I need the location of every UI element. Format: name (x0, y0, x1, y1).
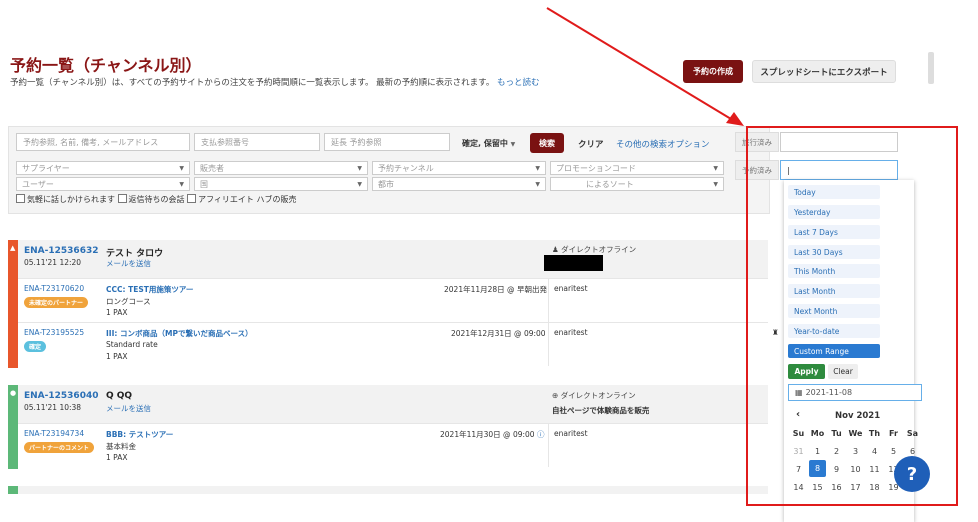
promo-code-select[interactable]: プロモーションコード ▼ (550, 161, 724, 175)
annotation-highlight-box (746, 126, 958, 506)
send-email-link[interactable]: メールを送信 (106, 258, 151, 269)
pax-count: 1 PAX (106, 453, 128, 462)
column-divider (548, 423, 549, 467)
checkbox-awaiting-label: 返信待ちの会話 (128, 195, 185, 204)
globe-icon: ⊕ (552, 391, 559, 400)
channel-name: ダイレクトオンライン (560, 391, 636, 400)
checkbox-friendly-label: 気軽に話しかけられます (27, 195, 115, 204)
extension-ref-input[interactable]: 延長 予約参照 (324, 133, 450, 151)
scrollbar[interactable] (928, 52, 934, 84)
user-label: ユーザー (22, 179, 54, 189)
user-select[interactable]: ユーザー ▼ (16, 177, 190, 191)
order-datetime: 05.11'21 12:20 (24, 258, 82, 267)
checkbox-box[interactable] (117, 194, 127, 203)
checkbox-box[interactable] (16, 194, 25, 203)
order-card: ● ENA-12536040 05.11'21 10:38 Q QQ メールを送… (8, 385, 768, 469)
checkbox-affiliate[interactable]: アフィリエイト ハブの販売 (187, 194, 297, 204)
chevron-down-icon: ▼ (179, 164, 184, 172)
chevron-down-icon: ▼ (535, 180, 540, 188)
checkbox-affiliate-label: アフィリエイト ハブの販売 (198, 195, 297, 204)
status-dropdown[interactable]: 確定, 保留中 ▼ (462, 138, 515, 149)
item-user: enaritest (554, 284, 588, 293)
checkbox-box[interactable] (187, 194, 197, 203)
channel-name: ダイレクトオフライン (561, 245, 637, 254)
item-ref-link[interactable]: ENA-T23195525 (24, 328, 84, 337)
customer-name: Q QQ (106, 391, 133, 401)
pax-count: 1 PAX (106, 308, 128, 317)
channel-info: ⊕ ダイレクトオンライン (552, 390, 636, 401)
other-search-options-link[interactable]: その他の検索オプション (616, 138, 710, 150)
product-link[interactable]: CCC: TEST用施策ツアー (106, 284, 193, 295)
redacted-block (544, 255, 603, 271)
chevron-down-icon: ▼ (535, 164, 540, 172)
chevron-down-icon: ▼ (713, 164, 718, 172)
chevron-down-icon: ▼ (357, 164, 362, 172)
supplier-label: サプライヤー (22, 163, 70, 173)
bell-icon: ▲ (10, 244, 16, 252)
channel-note: 自社ページで体験商品を販売 (552, 406, 650, 415)
chevron-down-icon: ▼ (510, 141, 516, 148)
item-ref-link[interactable]: ENA-T23194734 (24, 429, 84, 438)
order-id-link[interactable]: ENA-12536632 (24, 246, 98, 256)
sort-label: によるソート (586, 179, 634, 189)
filter-checkboxes: 気軽に話しかけられます 返信待ちの会話 アフィリエイト ハブの販売 (16, 194, 296, 205)
seller-label: 販売者 (200, 163, 224, 173)
travel-date: 2021年11月30日 @ 09:00 ⓘ (440, 429, 544, 440)
channel-label: 予約チャンネル (378, 163, 434, 173)
travel-date: 2021年12月31日 @ 09:00 (451, 329, 546, 338)
checkbox-awaiting-reply[interactable]: 返信待ちの会話 (117, 194, 185, 204)
rate-name: Standard rate (106, 340, 158, 349)
country-select[interactable]: 国 ▼ (194, 177, 368, 191)
order-card: ▲ ENA-12536632 05.11'21 12:20 テスト タロウ メー… (8, 240, 779, 368)
city-label: 都市 (378, 179, 394, 189)
status-badge: 未確定のパートナー (24, 297, 89, 308)
checkbox-friendly[interactable]: 気軽に話しかけられます (16, 194, 115, 204)
search-input[interactable]: 予約参照, 名前, 備考, メールアドレス (16, 133, 190, 151)
status-dropdown-label: 確定, 保留中 (462, 139, 508, 148)
chevron-down-icon: ▼ (179, 180, 184, 188)
export-spreadsheet-button[interactable]: スプレッドシートにエクスポート (752, 60, 896, 83)
order-status-stripe (8, 385, 18, 469)
channel-select[interactable]: 予約チャンネル ▼ (372, 161, 546, 175)
search-button[interactable]: 検索 (530, 133, 564, 153)
sort-select[interactable]: によるソート ▼ (550, 177, 724, 191)
person-icon: ♟ (552, 245, 559, 254)
item-user: enaritest (554, 429, 588, 438)
payment-ref-input[interactable]: 支払参照番号 (194, 133, 320, 151)
item-ref-link[interactable]: ENA-T23170620 (24, 284, 84, 293)
create-booking-button[interactable]: 予約の作成 (683, 60, 743, 83)
description-text: 予約一覧（チャンネル別）は、すべての予約サイトからの注文を予約時間順に一覧表示し… (10, 78, 495, 88)
city-select[interactable]: 都市 ▼ (372, 177, 546, 191)
travel-date: 2021年11月28日 @ 早朝出発 (444, 285, 547, 294)
read-more-link[interactable]: もっと読む (497, 78, 540, 88)
pax-count: 1 PAX (106, 352, 128, 361)
send-email-link[interactable]: メールを送信 (106, 403, 151, 414)
product-link[interactable]: BBB: テストツアー (106, 429, 173, 440)
next-order-card (8, 486, 768, 494)
page-title: 予約一覧（チャンネル別） (10, 56, 202, 75)
chevron-down-icon: ▼ (713, 180, 718, 188)
order-status-stripe (8, 240, 18, 368)
chevron-down-icon: ▼ (357, 180, 362, 188)
status-badge: パートナーのコメント (24, 442, 95, 453)
info-icon[interactable]: ⓘ (537, 430, 545, 439)
clock-icon: ● (10, 389, 17, 397)
rate-name: 基本料金 (106, 442, 136, 451)
product-link[interactable]: III: コンボ商品（MPで繋いだ商品ベース） (106, 328, 253, 339)
supplier-select[interactable]: サプライヤー ▼ (16, 161, 190, 175)
status-badge: 確定 (24, 341, 47, 352)
column-divider (548, 322, 549, 366)
channel-info: ♟ ダイレクトオフライン (552, 244, 636, 255)
order-id-link[interactable]: ENA-12536040 (24, 391, 98, 401)
column-divider (548, 278, 549, 322)
clear-button[interactable]: クリア (578, 138, 604, 150)
order-datetime: 05.11'21 10:38 (24, 403, 82, 412)
seller-select[interactable]: 販売者 ▼ (194, 161, 368, 175)
page-description: 予約一覧（チャンネル別）は、すべての予約サイトからの注文を予約時間順に一覧表示し… (10, 76, 540, 88)
promo-label: プロモーションコード (556, 163, 636, 173)
travel-date-text: 2021年11月30日 @ 09:00 (440, 430, 535, 439)
item-user: enaritest (554, 328, 588, 337)
country-label: 国 (200, 179, 208, 189)
rate-name: ロングコース (106, 297, 151, 306)
